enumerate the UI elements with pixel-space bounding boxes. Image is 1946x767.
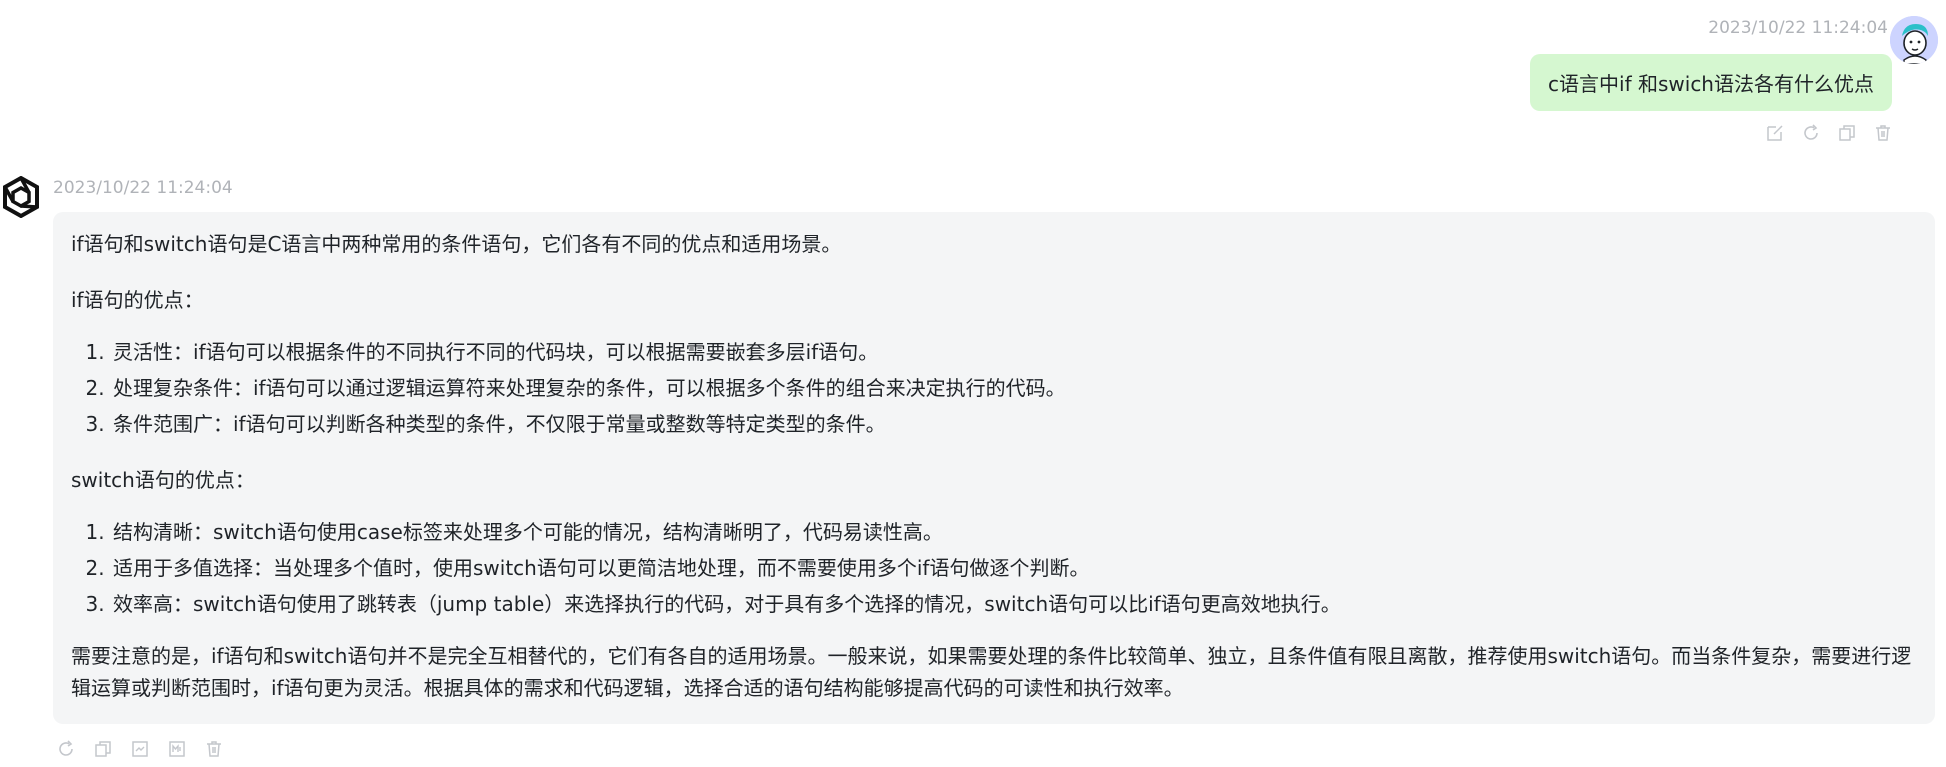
bot-intro: if语句和switch语句是C语言中两种常用的条件语句，它们各有不同的优点和适用… bbox=[71, 232, 842, 256]
bot-message-bubble: if语句和switch语句是C语言中两种常用的条件语句，它们各有不同的优点和适用… bbox=[53, 212, 1935, 724]
refresh-icon[interactable] bbox=[55, 738, 77, 760]
if-points-list: 灵活性：if语句可以根据条件的不同执行不同的代码块，可以根据需要嵌套多层if语句… bbox=[71, 334, 1917, 442]
bot-avatar[interactable] bbox=[0, 175, 42, 219]
switch-points-list: 结构清晰：switch语句使用case标签来处理多个可能的情况，结构清晰明了，代… bbox=[71, 514, 1917, 622]
list-item: 灵活性：if语句可以根据条件的不同执行不同的代码块，可以根据需要嵌套多层if语句… bbox=[111, 334, 1917, 370]
user-avatar[interactable] bbox=[1890, 16, 1938, 64]
delete-icon[interactable] bbox=[1872, 122, 1894, 144]
chat-page: 2023/10/22 11:24:04 c语言中if 和swich语法各有什么优… bbox=[0, 0, 1946, 767]
list-item: 处理复杂条件：if语句可以通过逻辑运算符来处理复杂的条件，可以根据多个条件的组合… bbox=[111, 370, 1917, 406]
save-image-icon[interactable] bbox=[129, 738, 151, 760]
bot-logo-icon bbox=[3, 175, 39, 219]
bot-conclusion: 需要注意的是，if语句和switch语句并不是完全互相替代的，它们有各自的适用场… bbox=[71, 644, 1912, 700]
bot-message-timestamp: 2023/10/22 11:24:04 bbox=[53, 178, 233, 198]
user-message-bubble: c语言中if 和swich语法各有什么优点 bbox=[1530, 54, 1892, 111]
list-item: 效率高：switch语句使用了跳转表（jump table）来选择执行的代码，对… bbox=[111, 586, 1917, 622]
user-message-timestamp: 2023/10/22 11:24:04 bbox=[1708, 18, 1888, 38]
bot-message-actions bbox=[55, 738, 225, 760]
copy-icon[interactable] bbox=[1836, 122, 1858, 144]
user-avatar-image bbox=[1890, 16, 1938, 64]
switch-heading: switch语句的优点： bbox=[71, 468, 255, 492]
markdown-icon[interactable] bbox=[166, 738, 188, 760]
refresh-icon[interactable] bbox=[1800, 122, 1822, 144]
list-item: 条件范围广：if语句可以判断各种类型的条件，不仅限于常量或整数等特定类型的条件。 bbox=[111, 406, 1917, 442]
list-item: 适用于多值选择：当处理多个值时，使用switch语句可以更简洁地处理，而不需要使… bbox=[111, 550, 1917, 586]
list-item: 结构清晰：switch语句使用case标签来处理多个可能的情况，结构清晰明了，代… bbox=[111, 514, 1917, 550]
delete-icon[interactable] bbox=[203, 738, 225, 760]
edit-icon[interactable] bbox=[1764, 122, 1786, 144]
if-heading: if语句的优点： bbox=[71, 288, 204, 312]
user-message-actions bbox=[1764, 122, 1894, 144]
copy-icon[interactable] bbox=[92, 738, 114, 760]
